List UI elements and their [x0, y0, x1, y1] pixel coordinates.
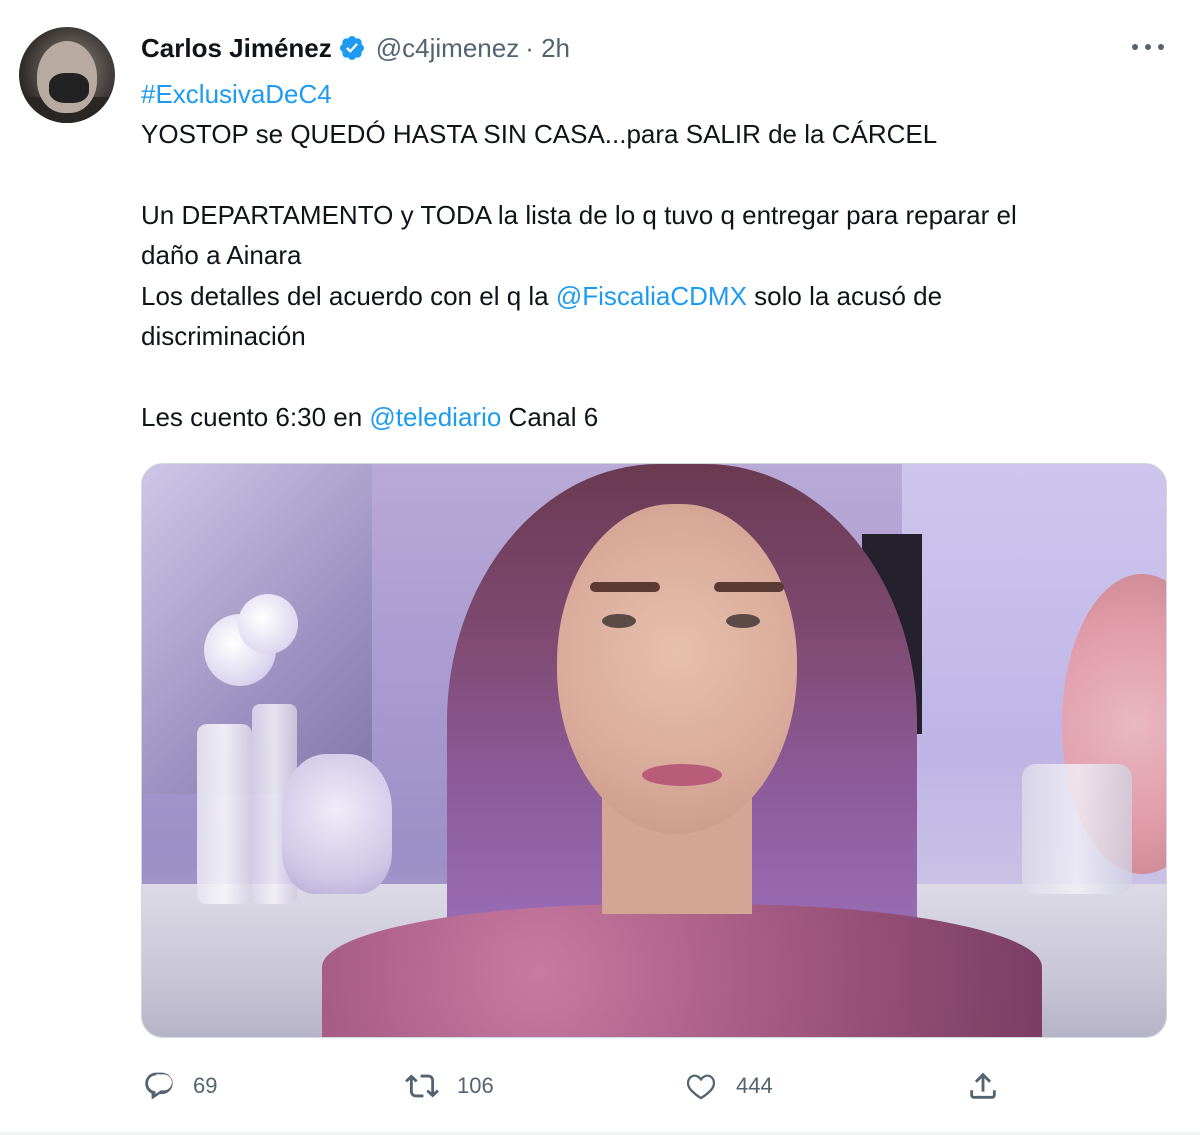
tweet-text-line-1: YOSTOP se QUEDÓ HASTA SIN CASA...para SA… — [141, 119, 938, 149]
tweet-actions-bar: 69 106 444 — [0, 1062, 1200, 1110]
reply-button[interactable]: 69 — [143, 1062, 217, 1110]
tweet-header: Carlos Jiménez @c4jimenez · 2h — [141, 30, 570, 66]
tweet-text-line-2: Un DEPARTAMENTO y TODA la lista de lo q … — [141, 200, 1017, 230]
like-icon — [684, 1069, 718, 1103]
tweet-text-line-6: Les cuento 6:30 en @telediario Canal 6 — [141, 397, 598, 437]
retweet-count: 106 — [457, 1073, 494, 1098]
retweet-button[interactable]: 106 — [405, 1062, 494, 1110]
verified-badge-icon — [338, 34, 366, 62]
tweet-text-segment: Los detalles del acuerdo con el q la — [141, 281, 556, 311]
author-handle[interactable]: @c4jimenez — [376, 33, 519, 64]
tweet-text-segment: Canal 6 — [501, 402, 599, 432]
tweet-time[interactable]: · 2h — [525, 33, 570, 64]
like-button[interactable]: 444 — [684, 1062, 773, 1110]
tweet-text-line-3: daño a Ainara — [141, 240, 302, 270]
hashtag-link[interactable]: #ExclusivaDeC4 — [141, 74, 332, 114]
tweet-text-line-5: discriminación — [141, 321, 306, 351]
mention-fiscalia-link[interactable]: @FiscaliaCDMX — [556, 281, 747, 311]
reply-count: 69 — [193, 1073, 218, 1098]
tweet-text-line-4: Los detalles del acuerdo con el q la @Fi… — [141, 276, 942, 316]
tweet-text-segment: solo la acusó de — [746, 281, 943, 311]
author-avatar[interactable] — [19, 27, 115, 123]
tweet-media-image[interactable] — [141, 463, 1167, 1038]
retweet-icon — [405, 1069, 439, 1103]
mention-telediario-link[interactable]: @telediario — [369, 402, 501, 432]
tweet-text-segment: Les cuento 6:30 en — [141, 402, 370, 432]
more-options-icon[interactable] — [1128, 36, 1168, 56]
reply-icon — [143, 1070, 175, 1102]
like-count: 444 — [736, 1073, 773, 1098]
tweet-card[interactable]: Carlos Jiménez @c4jimenez · 2h #Exclusiv… — [0, 0, 1200, 1135]
avatar-hands — [49, 73, 89, 103]
author-name[interactable]: Carlos Jiménez — [141, 33, 332, 64]
share-button[interactable] — [966, 1062, 1000, 1110]
share-icon — [966, 1069, 1000, 1103]
